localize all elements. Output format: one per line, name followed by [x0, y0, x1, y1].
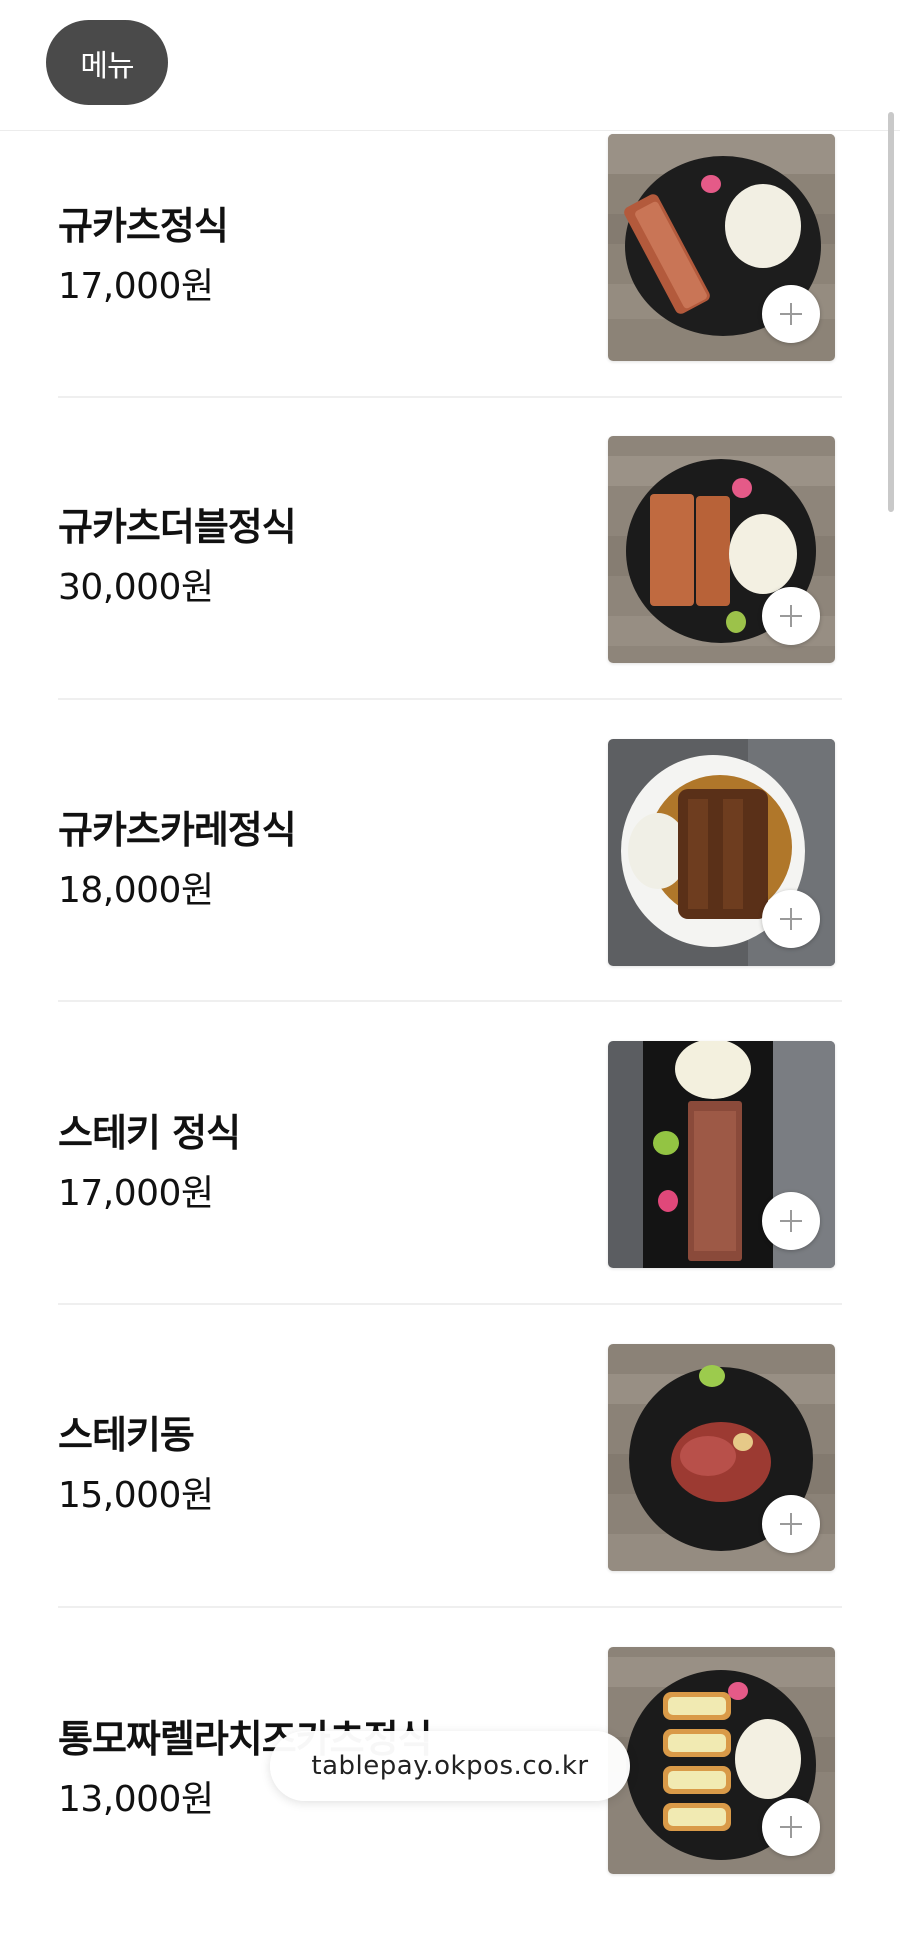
menu-item-price: 15,000원 [58, 1475, 214, 1516]
menu-item-image[interactable] [608, 739, 835, 966]
menu-item-name: 스테키 정식 [58, 1111, 241, 1155]
menu-item-price: 30,000원 [58, 567, 214, 608]
plus-icon [780, 303, 802, 325]
list-item[interactable]: 규카츠카레정식 18,000원 [0, 737, 900, 1040]
plus-icon [780, 1816, 802, 1838]
menu-item-price: 17,000원 [58, 266, 214, 307]
menu-item-image[interactable] [608, 1344, 835, 1571]
browser-url-bar[interactable]: tablepay.okpos.co.kr [270, 1731, 630, 1801]
plus-icon [780, 1513, 802, 1535]
top-header: 메뉴 [0, 0, 900, 131]
plus-icon [780, 605, 802, 627]
divider [58, 396, 842, 398]
divider [58, 1303, 842, 1305]
menu-item-price: 13,000원 [58, 1779, 214, 1820]
add-to-cart-button[interactable] [762, 1798, 820, 1856]
menu-item-image[interactable] [608, 134, 835, 361]
menu-item-name: 규카츠카레정식 [58, 808, 297, 852]
plus-icon [780, 1210, 802, 1232]
menu-item-name: 규카츠정식 [58, 204, 229, 248]
menu-item-image[interactable] [608, 1647, 835, 1874]
divider [58, 1000, 842, 1002]
list-item[interactable]: 스테키 정식 17,000원 [0, 1040, 900, 1343]
divider [58, 698, 842, 700]
list-item[interactable]: 규카츠정식 17,000원 [0, 131, 900, 434]
list-item[interactable]: 규카츠더블정식 30,000원 [0, 434, 900, 737]
menu-item-price: 18,000원 [58, 870, 214, 911]
menu-button[interactable]: 메뉴 [46, 20, 168, 105]
divider [58, 1606, 842, 1608]
plus-icon [780, 908, 802, 930]
menu-item-price: 17,000원 [58, 1173, 214, 1214]
menu-item-image[interactable] [608, 436, 835, 663]
add-to-cart-button[interactable] [762, 587, 820, 645]
scrollbar[interactable] [888, 112, 894, 512]
add-to-cart-button[interactable] [762, 285, 820, 343]
menu-item-name: 스테키동 [58, 1413, 195, 1457]
add-to-cart-button[interactable] [762, 1495, 820, 1553]
list-item[interactable]: 스테키동 15,000원 [0, 1343, 900, 1646]
menu-item-name: 규카츠더블정식 [58, 505, 297, 549]
add-to-cart-button[interactable] [762, 1192, 820, 1250]
add-to-cart-button[interactable] [762, 890, 820, 948]
menu-item-image[interactable] [608, 1041, 835, 1268]
